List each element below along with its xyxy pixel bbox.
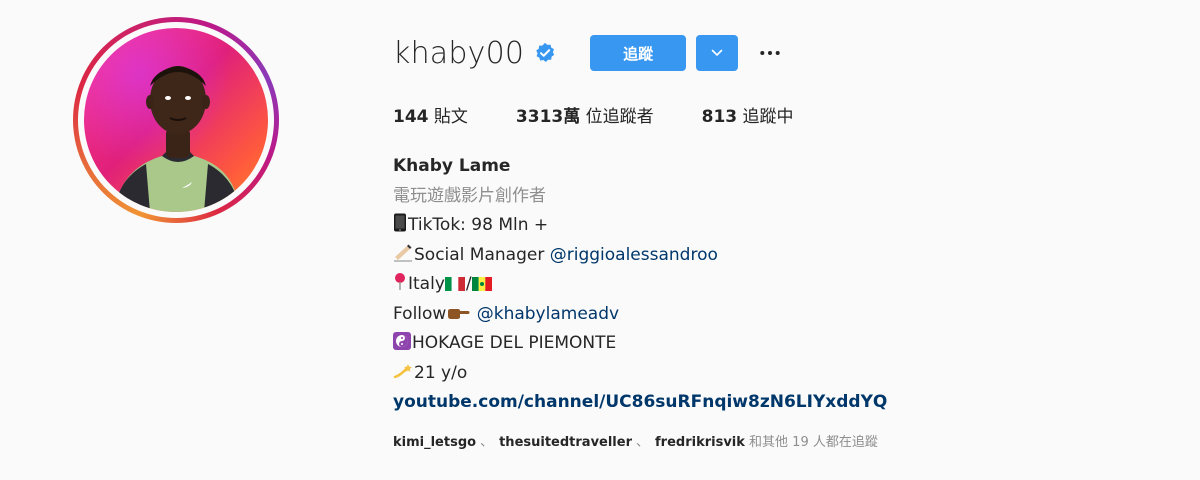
profile-photo	[84, 28, 268, 212]
avatar-ring-gap	[78, 22, 274, 218]
profile-stats: 144 貼文 3313萬 位追蹤者 813 追蹤中	[393, 100, 842, 128]
bio-country-text: Italy	[408, 274, 445, 294]
bio-line-website: youtube.com/channel/UC86suRFnqiw8zN6LIYx…	[393, 388, 1093, 418]
follow-button[interactable]: 追蹤	[590, 35, 687, 71]
followed-by-user[interactable]: thesuitedtraveller	[499, 435, 632, 450]
bio-social-manager-text: Social Manager	[414, 244, 550, 265]
full-name: Khaby Lame	[393, 156, 511, 176]
writing-hand-icon	[394, 244, 412, 261]
followed-by-separator: 、	[636, 435, 650, 450]
avatar-story-ring[interactable]	[73, 17, 279, 223]
followed-by-user[interactable]: fredrikrisvik	[655, 435, 745, 450]
following-count-label: 追蹤中	[742, 106, 794, 127]
followers-count-label: 位追蹤者	[585, 106, 654, 127]
following-count-value: 813	[701, 106, 738, 127]
followed-by-user[interactable]: kimi_letsgo	[393, 435, 476, 450]
followers-count-value: 3313萬	[515, 106, 581, 127]
pin-icon	[395, 273, 405, 290]
italy-flag-icon	[444, 277, 465, 291]
followers-count[interactable]: 3313萬 位追蹤者	[516, 102, 654, 127]
mention-khabylameadv[interactable]: @khabylameadv	[477, 304, 619, 324]
dizzy-icon	[393, 363, 412, 378]
bio-line-age: 21 y/o	[393, 359, 1093, 389]
bio-line-country: Italy /	[393, 270, 1093, 300]
verified-badge-icon	[534, 42, 556, 64]
phone-icon	[394, 213, 406, 232]
bio-tiktok-text: TikTok: 98 Mln +	[408, 215, 549, 235]
followed-by[interactable]: kimi_letsgo 、 thesuitedtraveller 、 fredrikri…	[393, 431, 878, 450]
more-options-button[interactable]	[754, 35, 786, 71]
profile-bio: Khaby Lame 電玩遊戲影片創作者 TikTok: 98 Mln + So…	[393, 152, 1093, 418]
profile-header: khaby00 追蹤	[393, 33, 786, 73]
bio-line-tiktok: TikTok: 98 Mln +	[393, 211, 1093, 241]
avatar[interactable]	[84, 28, 268, 212]
mention-riggioalessandroo[interactable]: @riggioalessandroo	[550, 245, 718, 265]
bio-line-follow: Follow @khabylameadv	[393, 300, 1093, 330]
bio-follow-text: Follow	[393, 303, 447, 324]
posts-count-label: 貼文	[433, 106, 468, 127]
followed-by-suffix: 和其他 19 人都在追蹤	[749, 435, 878, 450]
bio-line-hokage: HOKAGE DEL PIEMONTE	[393, 329, 1093, 359]
more-options-icon	[760, 51, 780, 55]
bio-line-social-manager: Social Manager @riggioalessandroo	[393, 241, 1093, 271]
posts-count-value: 144	[393, 106, 429, 127]
following-count[interactable]: 813 追蹤中	[702, 102, 794, 127]
category-label: 電玩遊戲影片創作者	[393, 185, 546, 206]
bio-hokage-text: HOKAGE DEL PIEMONTE	[412, 333, 617, 353]
bio-age-text: 21 y/o	[414, 362, 468, 383]
posts-count: 144 貼文	[393, 102, 468, 127]
followed-by-separator: 、	[480, 435, 494, 450]
suggested-accounts-button[interactable]	[696, 35, 739, 71]
website-link[interactable]: youtube.com/channel/UC86suRFnqiw8zN6LIYx…	[393, 392, 887, 412]
username: khaby00	[393, 35, 525, 71]
yin-yang-icon	[393, 332, 411, 350]
senegal-flag-icon	[471, 277, 492, 291]
chevron-down-icon	[711, 49, 723, 57]
pointing-hand-icon	[448, 308, 470, 319]
